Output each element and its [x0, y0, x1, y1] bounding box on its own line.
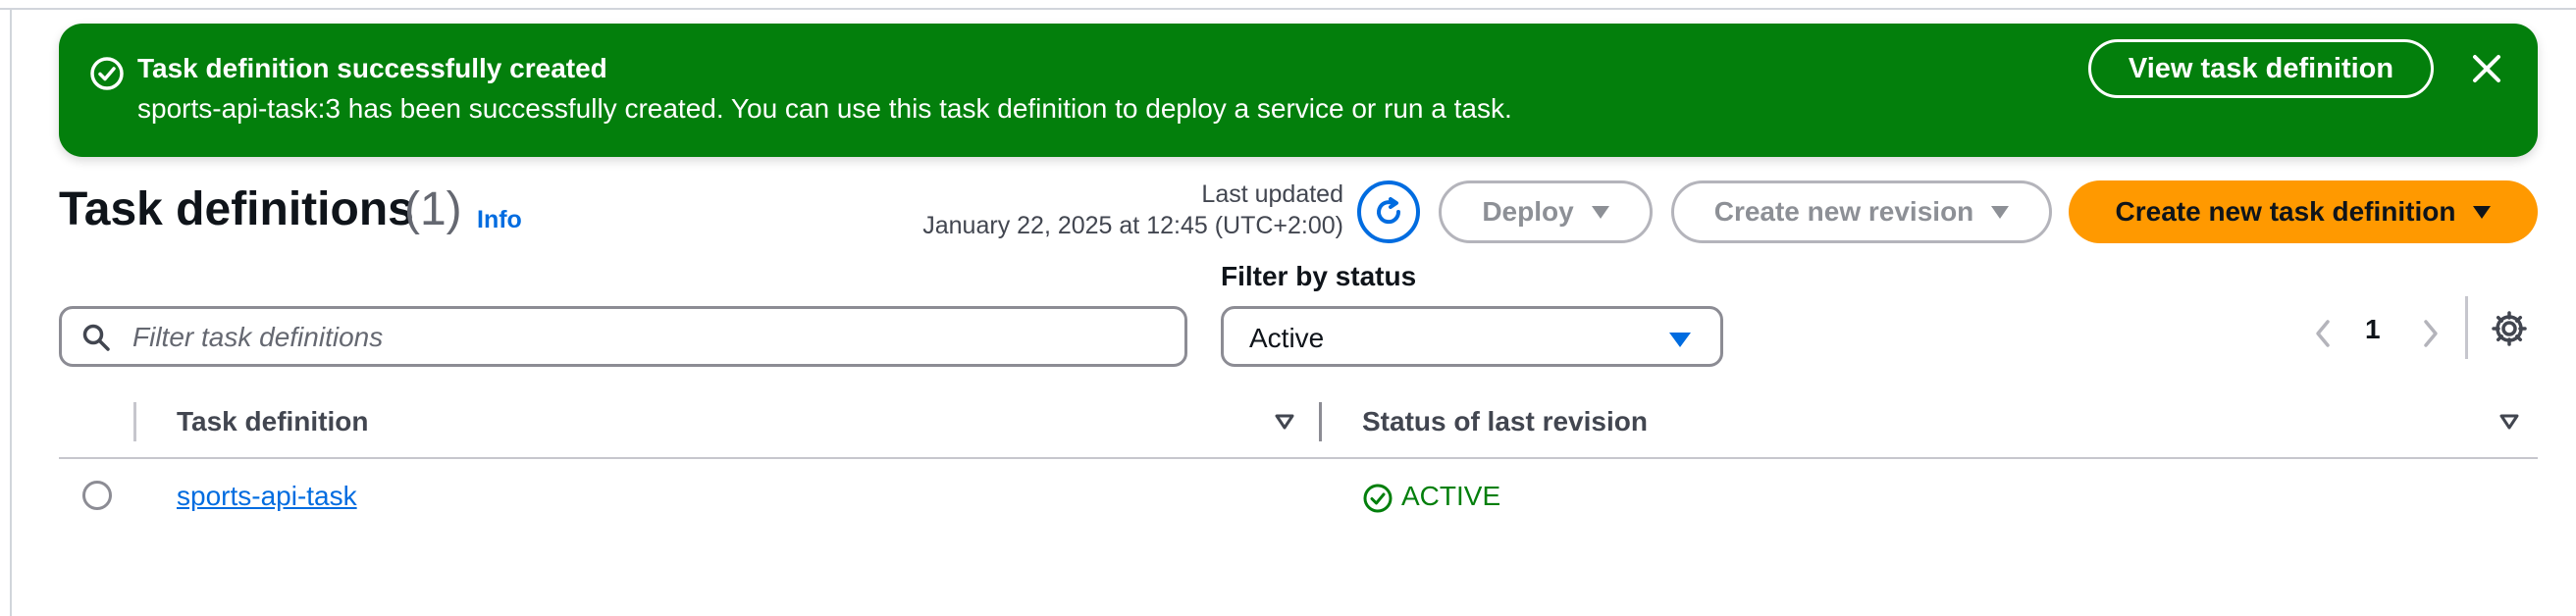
task-definition-link[interactable]: sports-api-task	[177, 481, 357, 512]
info-link[interactable]: Info	[477, 206, 522, 234]
chevron-left-icon[interactable]	[2308, 314, 2338, 353]
refresh-icon	[1377, 197, 1401, 225]
create-new-revision-button[interactable]: Create new revision	[1671, 180, 2052, 243]
success-flash-banner: Task definition successfully created spo…	[59, 24, 2538, 157]
check-circle-icon	[90, 57, 124, 90]
gear-icon[interactable]	[2491, 310, 2528, 347]
column-resizer[interactable]	[1319, 402, 1322, 441]
status-filter-value: Active	[1249, 323, 1325, 353]
sort-down-icon[interactable]	[1274, 412, 1295, 432]
search-field[interactable]	[59, 306, 1187, 367]
caret-down-icon	[1991, 205, 2010, 219]
refresh-button[interactable]	[1357, 180, 1420, 243]
caret-down-icon	[2473, 205, 2492, 219]
row-select-radio[interactable]	[82, 481, 112, 510]
create-revision-label: Create new revision	[1713, 196, 1974, 227]
deploy-button[interactable]: Deploy	[1439, 180, 1653, 243]
last-updated-label: Last updated	[1201, 180, 1343, 208]
page-count: (1)	[404, 183, 462, 235]
search-input[interactable]	[131, 317, 1175, 358]
page-title: Task definitions	[59, 183, 414, 235]
last-updated-timestamp: January 22, 2025 at 12:45 (UTC+2:00)	[922, 212, 1343, 239]
chevron-right-icon[interactable]	[2416, 314, 2445, 353]
column-header-status[interactable]: Status of last revision	[1362, 406, 1648, 437]
sort-down-icon[interactable]	[2498, 412, 2520, 432]
current-page-number[interactable]: 1	[2365, 314, 2381, 345]
pager-divider	[2465, 296, 2468, 359]
flash-title: Task definition successfully created	[137, 53, 607, 83]
status-filter-select[interactable]: Active	[1221, 306, 1723, 367]
table-header-divider	[59, 457, 2538, 459]
close-icon[interactable]	[2469, 51, 2504, 86]
create-new-task-definition-button[interactable]: Create new task definition	[2069, 180, 2538, 243]
view-task-definition-button[interactable]: View task definition	[2088, 39, 2434, 98]
status-success-icon	[1363, 484, 1393, 513]
column-separator	[133, 402, 136, 441]
top-border	[0, 0, 2576, 10]
search-icon	[82, 324, 110, 351]
create-task-label: Create new task definition	[2115, 196, 2456, 227]
caret-down-icon	[1591, 205, 1609, 219]
left-border	[10, 8, 12, 616]
column-header-task-definition[interactable]: Task definition	[177, 406, 369, 437]
deploy-label: Deploy	[1482, 196, 1574, 227]
flash-message: sports-api-task:3 has been successfully …	[137, 93, 1512, 124]
caret-down-icon	[1669, 333, 1691, 347]
status-badge: ACTIVE	[1401, 481, 1501, 511]
filter-by-status-label: Filter by status	[1221, 261, 1417, 291]
